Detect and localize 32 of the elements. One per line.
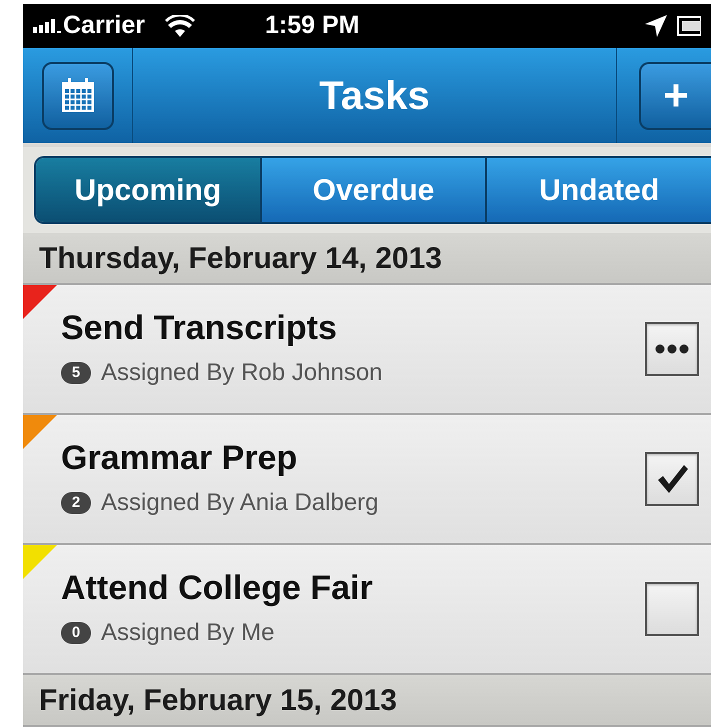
more-icon (655, 344, 689, 354)
task-row[interactable]: Send Transcripts 5 Assigned By Rob Johnson (23, 285, 711, 416)
date-header: Thursday, February 14, 2013 (23, 233, 711, 286)
task-checkbox[interactable] (645, 322, 699, 376)
assigned-by-label: Assigned By Rob Johnson (101, 358, 383, 388)
segment-tab[interactable]: Upcoming (36, 158, 260, 222)
comment-count: 5 (61, 362, 91, 384)
segment-tab[interactable]: Undated (485, 158, 711, 222)
battery-icon (677, 14, 701, 37)
task-row[interactable]: Attend College Fair 0 Assigned By Me (23, 545, 711, 676)
checkmark-icon (655, 463, 689, 496)
screen-title: Tasks (319, 72, 430, 120)
clock-label: 1:59 PM (265, 10, 360, 42)
segment-tab[interactable]: Overdue (260, 158, 486, 222)
carrier-label: Carrier (63, 10, 145, 42)
assigned-by-label: Assigned By Me (101, 618, 274, 648)
task-checkbox[interactable] (645, 582, 699, 636)
task-row[interactable]: Grammar Prep 2 Assigned By Ania Dalberg (23, 415, 711, 546)
comment-count: 2 (61, 492, 91, 514)
add-button[interactable]: + (639, 62, 711, 130)
signal-icon (33, 18, 61, 33)
comment-count: 0 (61, 622, 91, 644)
location-arrow-icon (645, 14, 667, 37)
task-title: Send Transcripts (61, 308, 338, 349)
date-header: Friday, February 15, 2013 (23, 675, 711, 727)
assigned-by-label: Assigned By Ania Dalberg (101, 488, 378, 518)
task-title: Grammar Prep (61, 438, 298, 479)
task-title: Attend College Fair (61, 568, 374, 609)
calendar-icon (60, 78, 96, 114)
task-checkbox[interactable] (645, 452, 699, 506)
wifi-icon (165, 14, 195, 37)
calendar-button[interactable] (42, 62, 114, 130)
